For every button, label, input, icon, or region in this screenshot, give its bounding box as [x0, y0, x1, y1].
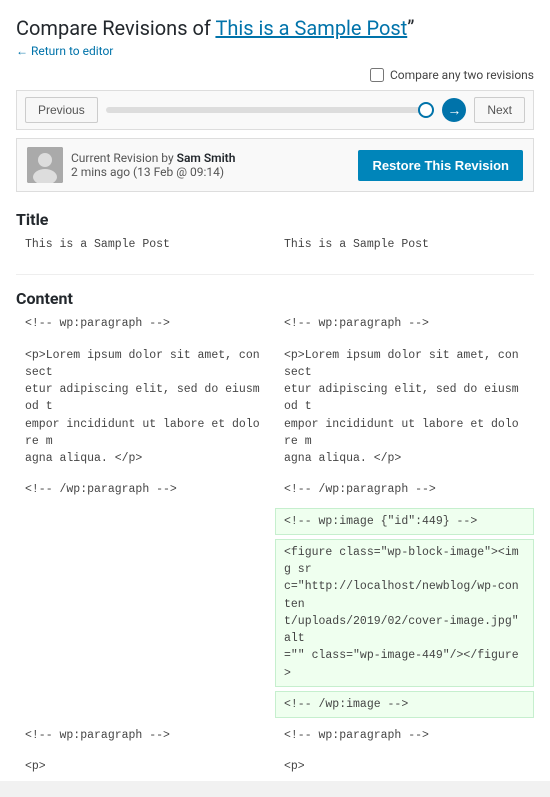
revision-time: 2 mins ago (13 Feb @ 09:14) [71, 165, 235, 179]
content-block-5-left [16, 691, 275, 718]
restore-button[interactable]: Restore This Revision [358, 150, 523, 181]
post-title-link[interactable]: This is a Sample Post [215, 16, 407, 40]
previous-button[interactable]: Previous [25, 97, 98, 123]
diff-sections: Title This is a Sample Post This is a Sa… [16, 204, 534, 781]
content-block-1-left: <p>Lorem ipsum dolor sit amet, consect e… [16, 342, 275, 473]
content-block-3-right: <!-- wp:image {"id":449} --> [275, 508, 534, 535]
section-heading-title: Title [16, 210, 48, 229]
next-button[interactable]: Next [474, 97, 525, 123]
content-block-0-right: <!-- wp:paragraph --> [275, 310, 534, 337]
content-block-0-left: <!-- wp:paragraph --> [16, 310, 275, 337]
content-block-2-right: <!-- /wp:paragraph --> [275, 476, 534, 503]
avatar-image [27, 147, 63, 183]
revision-author: Sam Smith [177, 151, 236, 165]
arrow-button[interactable]: → [442, 98, 466, 122]
content-block-3: <!-- wp:image {"id":449} --> [16, 508, 534, 535]
revision-info-bar: Current Revision by Sam Smith 2 mins ago… [16, 138, 534, 192]
content-block-6-left: <!-- wp:paragraph --> [16, 722, 275, 749]
content-block-1-right: <p>Lorem ipsum dolor sit amet, consect e… [275, 342, 534, 473]
content-block-4-right: <figure class="wp-block-image"><img sr c… [275, 539, 534, 687]
return-to-editor-link[interactable]: Return to editor [16, 44, 113, 58]
content-block-7: <p> <p> [16, 753, 534, 780]
title-diff-cols: This is a Sample Post This is a Sample P… [16, 231, 534, 258]
content-block-4-left [16, 539, 275, 687]
content-block-7-left: <p> [16, 753, 275, 780]
compare-checkbox[interactable] [370, 68, 384, 82]
diff-section-title: Title This is a Sample Post This is a Sa… [16, 204, 534, 258]
content-block-1: <p>Lorem ipsum dolor sit amet, consect e… [16, 342, 534, 473]
revision-info-left: Current Revision by Sam Smith 2 mins ago… [27, 147, 235, 183]
content-block-6: <!-- wp:paragraph --> <!-- wp:paragraph … [16, 722, 534, 749]
content-block-2: <!-- /wp:paragraph --> <!-- /wp:paragrap… [16, 476, 534, 503]
title-right: This is a Sample Post [275, 231, 534, 258]
avatar [27, 147, 63, 183]
divider [16, 274, 534, 275]
content-block-7-right: <p> [275, 753, 534, 780]
content-block-0: <!-- wp:paragraph --> <!-- wp:paragraph … [16, 310, 534, 337]
title-left: This is a Sample Post [16, 231, 275, 258]
content-block-2-left: <!-- /wp:paragraph --> [16, 476, 275, 503]
revision-meta: Current Revision by Sam Smith 2 mins ago… [71, 151, 235, 179]
diff-section-content: Content <!-- wp:paragraph --> <!-- wp:pa… [16, 283, 534, 780]
slider-track[interactable] [106, 107, 435, 113]
content-block-5-right: <!-- /wp:image --> [275, 691, 534, 718]
page-title: Compare Revisions of This is a Sample Po… [16, 16, 534, 40]
compare-label: Compare any two revisions [390, 68, 534, 82]
section-heading-content: Content [16, 289, 73, 308]
compare-row: Compare any two revisions [16, 68, 534, 82]
slider-row: Previous → Next [16, 90, 534, 130]
content-block-6-right: <!-- wp:paragraph --> [275, 722, 534, 749]
content-block-3-left [16, 508, 275, 535]
content-block-5: <!-- /wp:image --> [16, 691, 534, 718]
slider-thumb[interactable] [418, 102, 434, 118]
content-block-4: <figure class="wp-block-image"><img sr c… [16, 539, 534, 687]
